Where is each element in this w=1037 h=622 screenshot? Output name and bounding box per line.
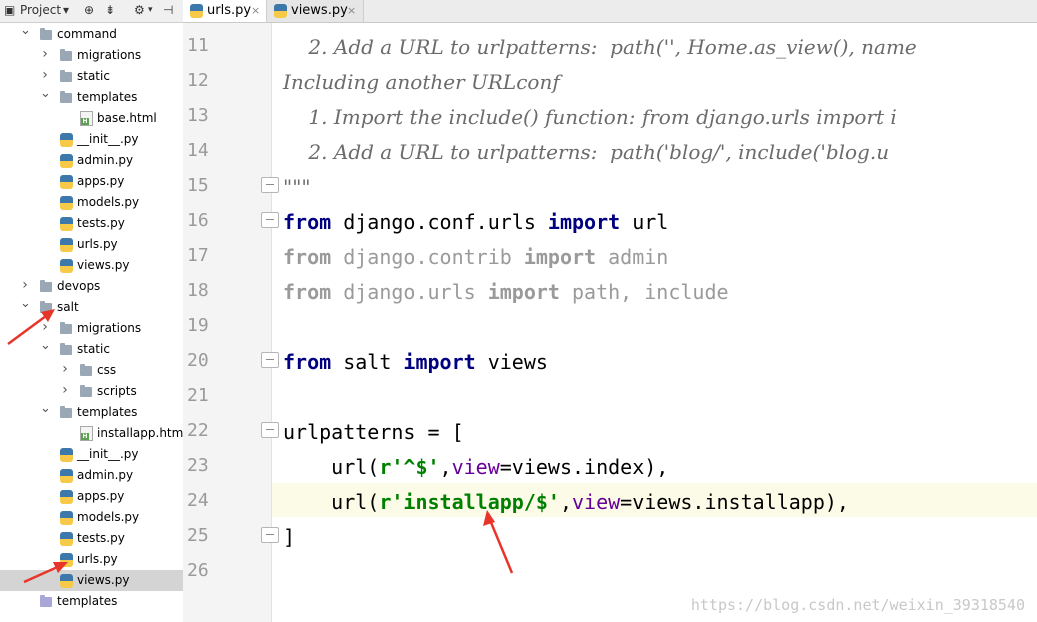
watermark: https://blog.csdn.net/weixin_39318540 xyxy=(690,596,1025,614)
annotation-arrow-salt xyxy=(7,309,55,346)
annotation-arrow-code xyxy=(483,510,514,574)
annotation-arrow-urls xyxy=(23,562,68,584)
annotation-arrows xyxy=(7,309,514,584)
